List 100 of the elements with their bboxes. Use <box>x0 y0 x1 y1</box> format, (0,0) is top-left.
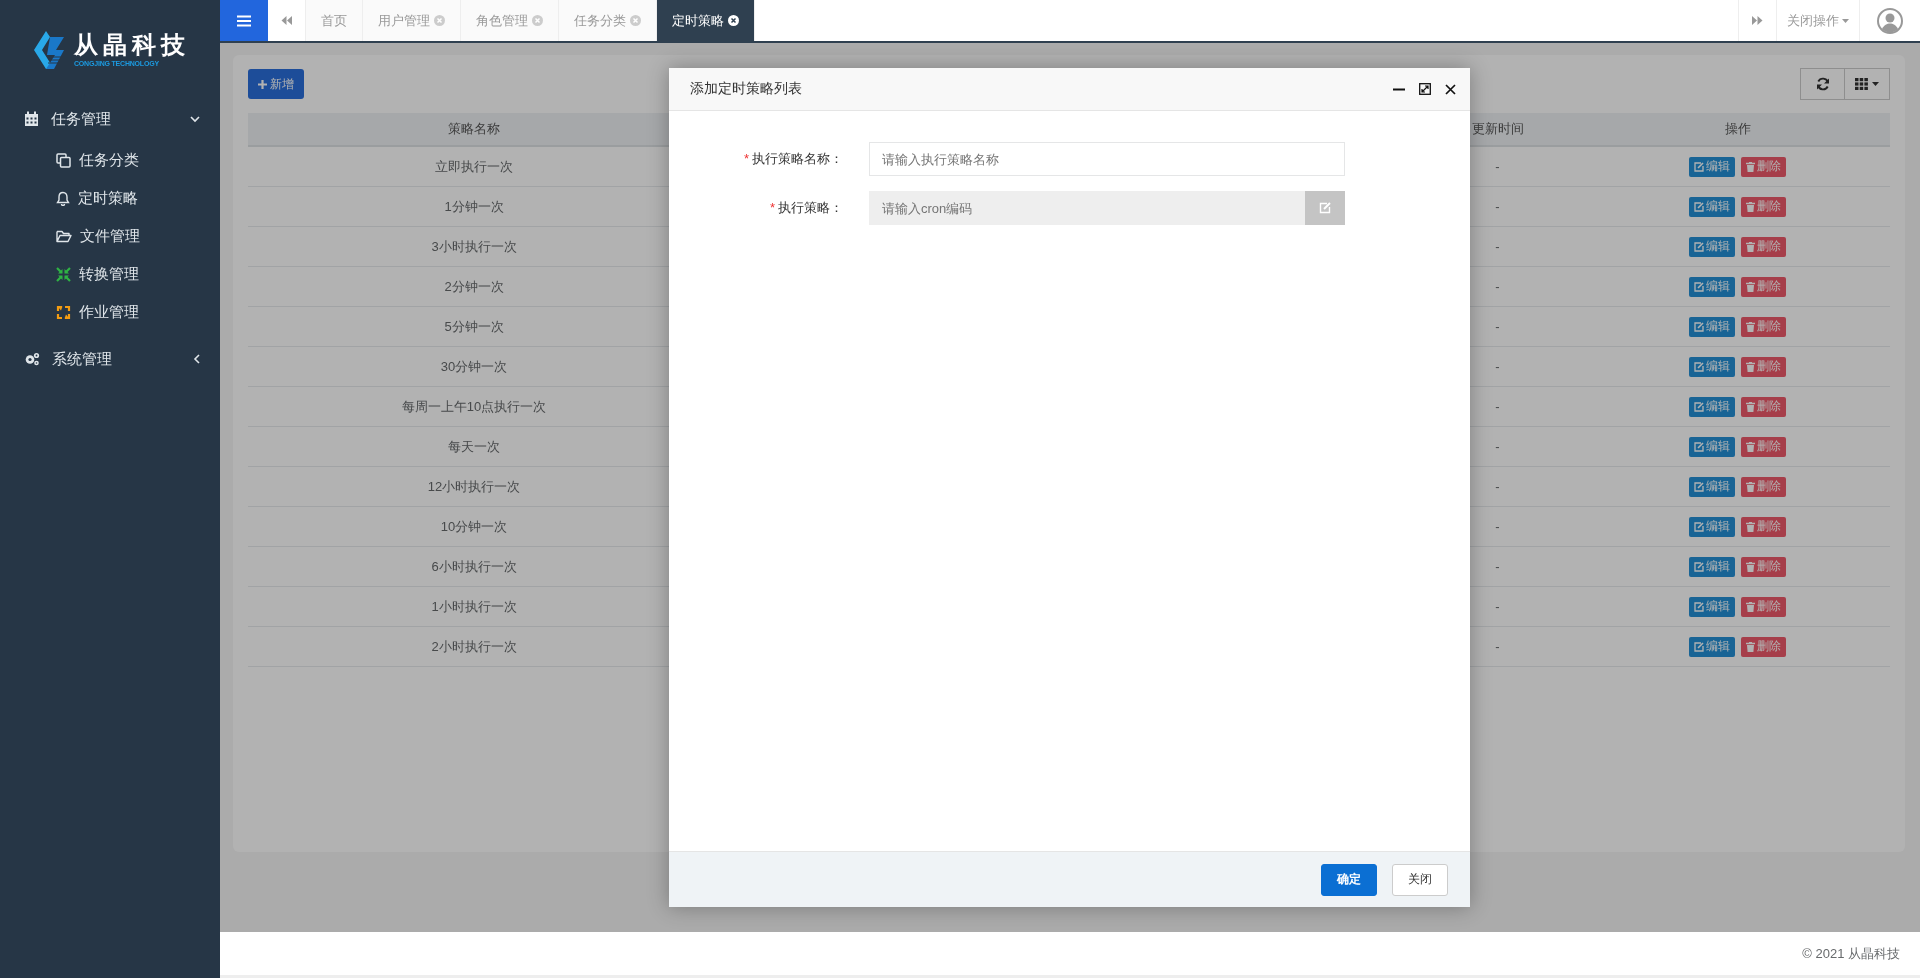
logo-name: 从晶科技 <box>74 31 190 59</box>
refresh-icon <box>1815 77 1830 91</box>
menu-item[interactable]: 任务分类 <box>0 141 220 179</box>
edit-icon <box>1319 202 1331 214</box>
edit-button[interactable]: 编辑 <box>1689 276 1735 297</box>
delete-button[interactable]: 删除 <box>1741 396 1786 417</box>
edit-icon <box>1694 561 1704 572</box>
menu-icon <box>237 14 251 27</box>
column-header: 更新时间 <box>1470 120 1525 138</box>
edit-button[interactable]: 编辑 <box>1689 556 1735 577</box>
delete-button[interactable]: 删除 <box>1741 476 1786 497</box>
trash-icon <box>1746 361 1755 372</box>
edit-button[interactable]: 编辑 <box>1689 636 1735 657</box>
input-field[interactable]: 请输入执行策略名称 <box>869 142 1345 176</box>
delete-button[interactable]: 删除 <box>1741 636 1786 657</box>
menu-item[interactable]: 转换管理 <box>0 255 220 293</box>
maximize-icon[interactable] <box>1419 83 1431 95</box>
trash-icon <box>1746 161 1755 172</box>
edit-button[interactable]: 编辑 <box>1689 596 1735 617</box>
delete-button[interactable]: 删除 <box>1741 276 1786 297</box>
edit-icon <box>1694 601 1704 612</box>
menu-group[interactable]: 系统管理 <box>0 337 220 381</box>
delete-button[interactable]: 删除 <box>1741 596 1786 617</box>
trash-icon <box>1746 441 1755 452</box>
columns-button[interactable] <box>1845 68 1890 100</box>
menu-item[interactable]: 作业管理 <box>0 293 220 331</box>
delete-button[interactable]: 删除 <box>1741 236 1786 257</box>
trash-icon <box>1746 601 1755 612</box>
menu-item[interactable]: 定时策略 <box>0 179 220 217</box>
edit-icon <box>1694 361 1704 372</box>
close-circle-icon <box>434 15 445 26</box>
delete-button[interactable]: 删除 <box>1741 356 1786 377</box>
table-cell-text: 1小时执行一次 <box>430 597 518 616</box>
trash-icon <box>1746 201 1755 212</box>
double-right-arrow-icon <box>1752 15 1763 26</box>
table-cell-text: - <box>1494 278 1501 296</box>
copy-icon <box>56 152 71 168</box>
refresh-button[interactable] <box>1800 68 1845 100</box>
delete-button[interactable]: 删除 <box>1741 556 1786 577</box>
edit-button[interactable]: 编辑 <box>1689 396 1735 417</box>
edit-icon <box>1694 201 1704 212</box>
delete-button[interactable]: 删除 <box>1741 316 1786 337</box>
edit-button[interactable]: 编辑 <box>1689 516 1735 537</box>
close-circle-icon <box>728 15 739 26</box>
page-tab[interactable]: 角色管理 <box>461 0 559 41</box>
page-tab[interactable]: 首页 <box>306 0 363 41</box>
delete-button[interactable]: 删除 <box>1741 196 1786 217</box>
copyright-text: © 2021 从晶科技 <box>1802 944 1900 963</box>
table-cell-text: 每周一上午10点执行一次 <box>400 397 548 416</box>
avatar-icon[interactable] <box>1877 7 1903 34</box>
table-cell-text: 30分钟一次 <box>439 357 509 376</box>
table-cell-text: 12小时执行一次 <box>426 477 522 496</box>
menu-button[interactable] <box>220 0 268 41</box>
column-header: 策略名称 <box>447 120 501 138</box>
table-cell-text: 每天一次 <box>447 437 501 456</box>
add-button[interactable]: 新增 <box>248 69 304 99</box>
delete-button[interactable]: 删除 <box>1741 156 1786 177</box>
field-label: * 执行策略： <box>768 199 844 217</box>
menu-group[interactable]: 任务管理 <box>0 97 220 141</box>
close-button[interactable]: 关闭 <box>1392 863 1448 896</box>
edit-button[interactable]: 编辑 <box>1689 436 1735 457</box>
table-cell-text: - <box>1494 558 1501 576</box>
close-menu-dropdown[interactable]: 关闭操作 <box>1776 0 1859 41</box>
gears-icon <box>24 352 40 366</box>
menu-item[interactable]: 文件管理 <box>0 217 220 255</box>
confirm-button[interactable]: 确定 <box>1321 863 1377 896</box>
grid-icon <box>1855 78 1868 90</box>
edit-button[interactable]: 编辑 <box>1689 236 1735 257</box>
delete-button[interactable]: 删除 <box>1741 436 1786 457</box>
field-label: * 执行策略名称： <box>742 150 844 168</box>
close-icon[interactable] <box>1445 83 1456 95</box>
double-left-arrow-icon <box>281 15 292 26</box>
close-circle-icon <box>630 15 641 26</box>
edit-icon <box>1694 161 1704 172</box>
edit-button[interactable]: 编辑 <box>1689 356 1735 377</box>
page-tab[interactable]: 任务分类 <box>559 0 657 41</box>
table-cell-text: 1分钟一次 <box>443 197 505 216</box>
edit-button[interactable]: 编辑 <box>1689 476 1735 497</box>
table-cell-text: - <box>1494 518 1501 536</box>
edit-icon <box>1694 281 1704 292</box>
page-tab[interactable]: 定时策略 <box>657 0 755 41</box>
table-cell-text: - <box>1494 398 1501 416</box>
calendar-icon <box>24 111 39 127</box>
edit-button[interactable]: 编辑 <box>1689 156 1735 177</box>
cron-field[interactable]: 请输入cron编码 <box>869 191 1305 225</box>
logo-icon <box>32 29 66 70</box>
compress-arrows-icon <box>56 266 71 282</box>
edit-icon <box>1694 321 1704 332</box>
plus-icon <box>258 79 267 89</box>
edit-icon <box>1694 521 1704 532</box>
trash-icon <box>1746 281 1755 292</box>
edit-button[interactable]: 编辑 <box>1689 196 1735 217</box>
table-cell-text: - <box>1494 318 1501 336</box>
edit-button[interactable]: 编辑 <box>1689 316 1735 337</box>
table-cell-text: 6小时执行一次 <box>430 557 518 576</box>
table-cell-text: 5分钟一次 <box>443 317 505 336</box>
page-tab[interactable]: 用户管理 <box>363 0 461 41</box>
column-header: 操作 <box>1723 120 1752 138</box>
table-cell-text: - <box>1494 598 1501 616</box>
delete-button[interactable]: 删除 <box>1741 516 1786 537</box>
